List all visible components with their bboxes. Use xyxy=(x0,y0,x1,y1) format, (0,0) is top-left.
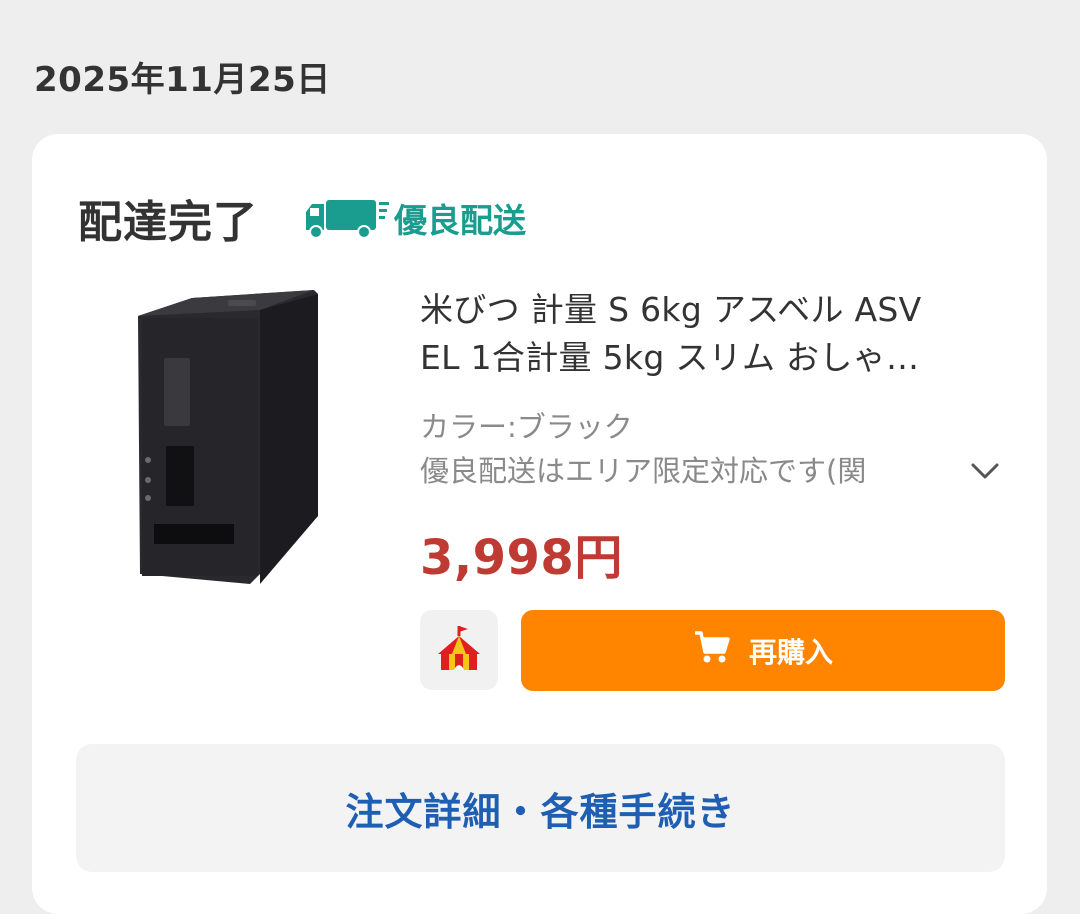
order-details-button[interactable]: 注文詳細・各種手続き xyxy=(76,744,1005,872)
status-row: 配達完了 優良配送 xyxy=(78,186,526,250)
product-image[interactable] xyxy=(132,284,332,594)
order-card: 配達完了 優良配送 米びつ 計量 S 6kg アスベル ASV EL 1合計量 … xyxy=(32,134,1047,914)
truck-icon xyxy=(302,194,390,242)
shipping-badge: 優良配送 xyxy=(302,194,526,242)
product-title[interactable]: 米びつ 計量 S 6kg アスベル ASV EL 1合計量 5kg スリム おし… xyxy=(420,286,1005,382)
rebuy-label: 再購入 xyxy=(748,635,833,669)
product-price: 3,998円 xyxy=(420,530,623,586)
store-tent-icon xyxy=(434,622,484,678)
rebuy-button[interactable]: 再購入 xyxy=(521,610,1005,691)
order-date: 2025年11月25日 xyxy=(34,60,331,100)
chevron-down-icon[interactable] xyxy=(968,454,1002,488)
order-details-label: 注文詳細・各種手続き xyxy=(345,789,736,834)
shipping-badge-label: 優良配送 xyxy=(394,201,526,240)
product-variant: カラー:ブラック xyxy=(420,410,633,444)
shipping-note: 優良配送はエリア限定対応です(関 xyxy=(420,454,867,488)
delivery-status: 配達完了 xyxy=(78,197,258,248)
cart-icon xyxy=(693,630,749,671)
store-button[interactable] xyxy=(420,610,498,690)
